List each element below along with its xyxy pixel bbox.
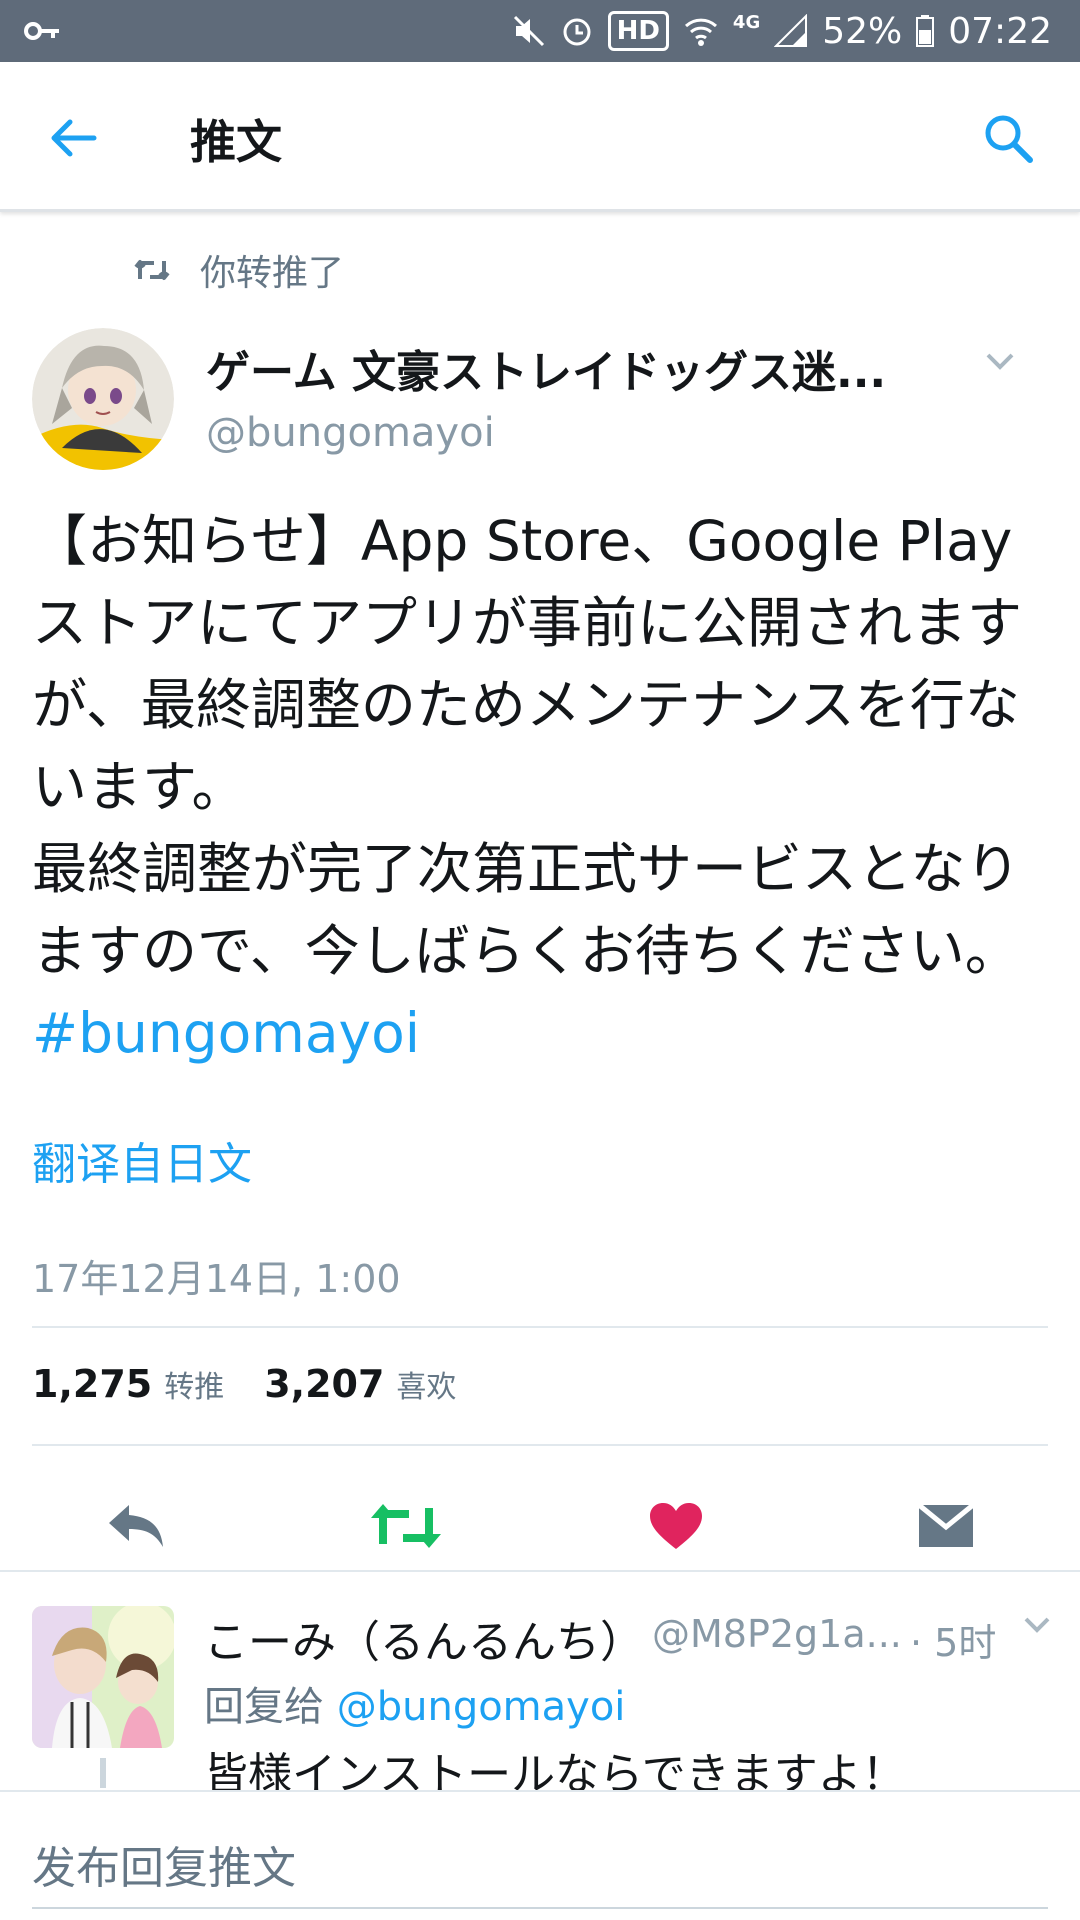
battery-percent: 52%: [822, 10, 903, 52]
alarm-icon: [563, 18, 591, 46]
compose-reply-input[interactable]: 发布回复推文: [32, 1832, 296, 1896]
app-header: 推文: [0, 62, 1080, 212]
tweet-stats: 1,275 转推 3,207 喜欢: [32, 1362, 484, 1406]
retweet-count-label[interactable]: 转推: [164, 1362, 224, 1406]
reply-to-prefix: 回复给: [204, 1684, 324, 1730]
retweet-button[interactable]: [366, 1486, 446, 1566]
hashtag-text[interactable]: #bungomayoi: [32, 1001, 420, 1065]
retweet-context-label: 你转推了: [200, 253, 345, 294]
compose-underline: [32, 1907, 1048, 1909]
reply-author-name[interactable]: こーみ（るんるんち）: [204, 1606, 644, 1670]
divider: [32, 1326, 1048, 1328]
wifi-icon: [684, 18, 717, 46]
search-icon[interactable]: [980, 110, 1036, 166]
network-type: 4G: [732, 12, 761, 33]
section-divider: [0, 1570, 1080, 1572]
retweet-count[interactable]: 1,275: [32, 1362, 152, 1406]
status-bar: HD 4G 52% 07:22: [0, 0, 1080, 62]
like-count[interactable]: 3,207: [264, 1362, 384, 1406]
battery-icon: [916, 15, 935, 47]
thread-line: [100, 1758, 106, 1788]
hd-badge: HD: [607, 11, 669, 51]
author-avatar[interactable]: [32, 328, 174, 470]
reply-time: · 5时: [910, 1621, 997, 1665]
chevron-down-icon[interactable]: [984, 350, 1016, 372]
author-handle[interactable]: @bungomayoi: [206, 410, 495, 456]
reply-author-avatar[interactable]: [32, 1606, 174, 1748]
chevron-down-icon[interactable]: [1022, 1614, 1052, 1636]
direct-message-button[interactable]: [906, 1486, 986, 1566]
reply-icon: [109, 1505, 163, 1547]
compose-reply-bar[interactable]: 发布回复推文: [0, 1790, 1080, 1920]
tweet-text: 【お知らせ】App Store、Google Playストアにてアプリが事前に公…: [32, 500, 1052, 1074]
envelope-icon: [917, 1503, 975, 1547]
retweet-context: 你转推了: [132, 244, 344, 296]
clock: 07:22: [948, 10, 1052, 52]
translate-link[interactable]: 翻译自日文: [32, 1128, 252, 1192]
tweet-timestamp: 17年12月14日, 1:00: [32, 1257, 401, 1301]
back-arrow-icon[interactable]: [44, 110, 100, 166]
vpn-key-icon: [24, 22, 59, 40]
heart-icon: [650, 1503, 702, 1549]
reply-author-handle[interactable]: @M8P2g1a...: [652, 1612, 902, 1656]
tweet-body: 【お知らせ】App Store、Google Playストアにてアプリが事前に公…: [32, 509, 1023, 983]
mute-icon: [513, 15, 544, 47]
author-name[interactable]: ゲーム 文豪ストレイドッグス迷...: [206, 336, 966, 400]
reply-to-line: 回复给 @bungomayoi: [204, 1674, 625, 1732]
retweet-icon: [134, 260, 170, 280]
like-button[interactable]: [636, 1486, 716, 1566]
reply-button[interactable]: [96, 1486, 176, 1566]
reply-to-mention[interactable]: @bungomayoi: [337, 1684, 626, 1730]
retweet-active-icon: [371, 1504, 441, 1548]
page-title: 推文: [190, 115, 282, 169]
signal-icon: [774, 14, 808, 47]
like-count-label[interactable]: 喜欢: [396, 1362, 456, 1406]
tweet-action-bar: [0, 1472, 1080, 1582]
divider: [32, 1444, 1048, 1446]
